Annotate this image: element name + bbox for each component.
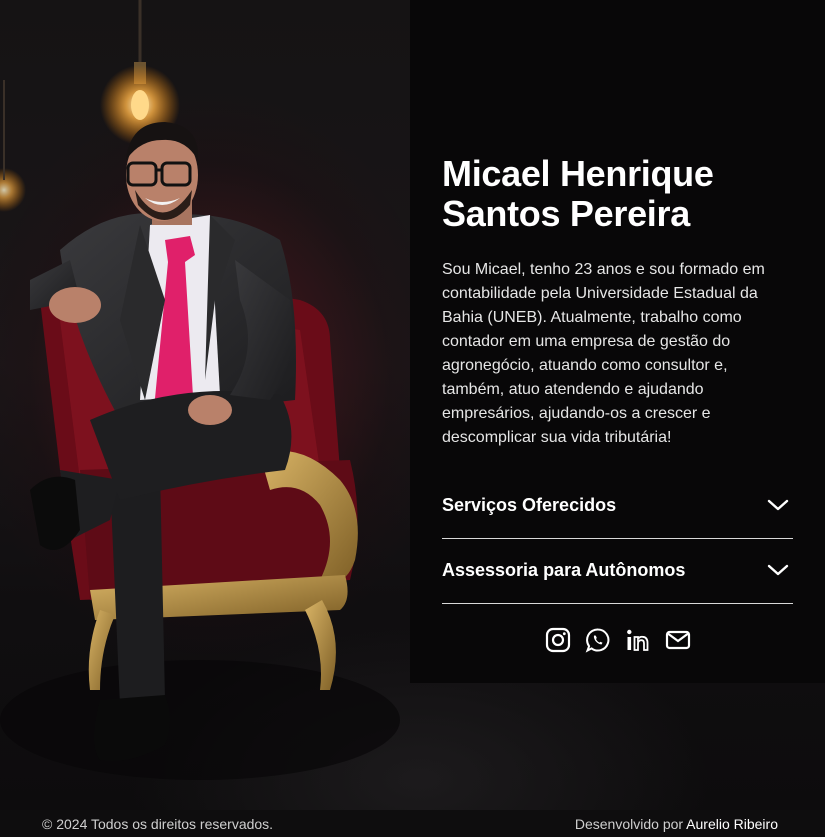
developer-link[interactable]: Aurelio Ribeiro — [686, 816, 778, 832]
copyright-text: © 2024 Todos os direitos reservados. — [42, 816, 274, 832]
linkedin-icon[interactable] — [625, 627, 651, 653]
profile-bio: Sou Micael, tenho 23 anos e sou formado … — [442, 261, 765, 446]
name-line-1: Micael Henrique — [442, 153, 714, 194]
accordion-label: Serviços Oferecidos — [442, 495, 617, 515]
name-line-2: Santos Pereira — [442, 193, 690, 234]
chevron-down-icon — [767, 564, 789, 576]
developed-by-label: Desenvolvido por — [574, 816, 684, 832]
accordion-servicos-oferecidos[interactable]: Serviços Oferecidos — [442, 473, 793, 539]
hero-section: Micael Henrique Santos Pereira Sou Micae… — [0, 0, 825, 810]
profile-name: Micael Henrique Santos Pereira — [442, 154, 782, 234]
whatsapp-icon[interactable] — [585, 627, 611, 653]
developer-credit: Desenvolvido por Aurelio Ribeiro — [575, 816, 778, 832]
footer: © 2024 Todos os direitos reservados. Des… — [0, 810, 825, 837]
chevron-down-icon — [767, 499, 789, 511]
profile-photo — [0, 0, 400, 780]
instagram-icon[interactable] — [545, 627, 571, 653]
accordion-label: Assessoria para Autônomos — [442, 560, 686, 580]
mail-icon[interactable] — [665, 627, 691, 653]
accordion-assessoria-autonomos[interactable]: Assessoria para Autônomos — [442, 538, 793, 604]
